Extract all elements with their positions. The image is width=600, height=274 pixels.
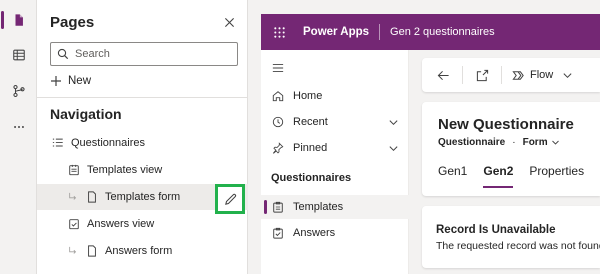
sitemap-label: Recent: [293, 116, 328, 128]
command-separator: [462, 66, 463, 84]
notice-body: The requested record was not found: [436, 240, 600, 252]
nav-item-label: Templates form: [105, 191, 181, 203]
pin-icon: [271, 141, 285, 155]
command-bar: Flow: [422, 58, 600, 92]
form-title: New Questionnaire: [438, 116, 574, 133]
view-icon: [67, 163, 81, 177]
form-selector[interactable]: Form: [523, 137, 560, 148]
search-icon: [57, 48, 69, 60]
chevron-down-icon: [551, 140, 559, 145]
sitemap-answers[interactable]: Answers: [261, 221, 409, 245]
nav-item-answers-view[interactable]: Answers view: [37, 211, 248, 237]
form-subtitle: Questionnaire · Form: [438, 137, 560, 148]
edit-page-button[interactable]: [215, 184, 245, 214]
clipboard-check-icon: [271, 226, 285, 240]
tab-properties[interactable]: Properties: [529, 164, 584, 186]
pencil-icon: [224, 193, 236, 205]
waffle-icon: [273, 26, 285, 38]
panel-divider: [37, 97, 248, 98]
pages-panel: Pages New Navigation Questionnaires Temp…: [37, 0, 248, 274]
chevron-down-icon[interactable]: [387, 116, 399, 128]
page-icon: [15, 14, 23, 26]
app-name: Gen 2 questionnaires: [390, 26, 495, 38]
pages-panel-title: Pages: [50, 14, 95, 31]
form-subtitle-separator: ·: [512, 137, 516, 148]
nav-item-label: Templates view: [87, 164, 163, 176]
sitemap-label: Templates: [293, 201, 344, 213]
brand-name: Power Apps: [303, 26, 370, 38]
close-pages-button[interactable]: [221, 14, 237, 30]
record-unavailable-notice: Record Is Unavailable The requested reco…: [422, 206, 600, 268]
form-entity-name: Questionnaire: [438, 137, 506, 148]
view-check-icon: [67, 217, 81, 231]
pages-search-input[interactable]: [75, 48, 225, 60]
nav-item-answers-form[interactable]: Answers form: [37, 238, 248, 264]
new-page-label: New: [68, 75, 92, 87]
flow-arrows-icon: [512, 70, 524, 80]
list-icon: [51, 136, 65, 150]
clock-icon: [271, 115, 285, 129]
data-rail-button[interactable]: [0, 42, 37, 68]
pages-rail-button[interactable]: [0, 7, 37, 33]
sitemap-label: Answers: [293, 227, 336, 239]
form-icon: [85, 244, 99, 258]
header-separator: [379, 24, 381, 40]
form-icon: [85, 190, 99, 204]
more-icon: [13, 126, 24, 128]
nav-item-label: Answers view: [87, 218, 155, 230]
command-separator: [501, 66, 502, 84]
sitemap-pinned[interactable]: Pinned: [261, 136, 409, 160]
notice-title: Record Is Unavailable: [436, 224, 556, 236]
app-header-bar: Power Apps Gen 2 questionnaires: [261, 14, 600, 50]
sitemap-group-heading: Questionnaires: [271, 172, 352, 184]
form-header-card: New Questionnaire Questionnaire · Form G…: [422, 102, 600, 196]
back-button[interactable]: [428, 60, 458, 90]
nav-item-templates-view[interactable]: Templates view: [37, 157, 248, 183]
app-launcher-button[interactable]: [261, 14, 297, 50]
nav-group-label: Questionnaires: [71, 137, 145, 149]
tab-gen1[interactable]: Gen1: [438, 164, 467, 186]
app-preview: Power Apps Gen 2 questionnaires Home Rec…: [248, 0, 600, 274]
chevron-down-icon: [563, 72, 572, 78]
home-icon: [271, 89, 285, 103]
flow-button[interactable]: Flow: [512, 69, 573, 82]
table-icon: [12, 49, 25, 61]
sitemap-collapse-button[interactable]: [261, 56, 409, 80]
sitemap-label: Home: [293, 90, 323, 102]
form-tabs: Gen1 Gen2 Properties: [438, 164, 584, 188]
subitem-branch-icon: [67, 245, 79, 257]
navigation-heading: Navigation: [50, 106, 122, 122]
pages-search-box[interactable]: [50, 42, 238, 66]
flow-label: Flow: [530, 69, 554, 81]
hamburger-icon: [271, 61, 285, 75]
nav-group-questionnaires[interactable]: Questionnaires: [37, 130, 248, 156]
chevron-down-icon[interactable]: [387, 142, 399, 154]
form-selector-label: Form: [522, 137, 548, 148]
sitemap-templates[interactable]: Templates: [261, 195, 409, 219]
sitemap-home[interactable]: Home: [261, 84, 409, 108]
sitemap-recent[interactable]: Recent: [261, 110, 409, 134]
subitem-branch-icon: [67, 191, 79, 203]
sitemap-label: Pinned: [293, 142, 328, 154]
open-new-window-button[interactable]: [467, 60, 497, 90]
new-page-button[interactable]: New: [50, 72, 91, 90]
app-rail: [0, 0, 37, 274]
nav-item-label: Answers form: [105, 245, 173, 257]
flow-icon: [12, 84, 25, 98]
arrow-left-icon: [437, 70, 449, 80]
flows-rail-button[interactable]: [0, 78, 37, 104]
clipboard-icon: [271, 200, 285, 214]
plus-icon: [51, 76, 61, 86]
tab-gen2[interactable]: Gen2: [483, 164, 514, 188]
app-sitemap: Home Recent Pinned Questionnaires Templa…: [261, 50, 409, 274]
open-in-new-window-icon: [476, 69, 488, 81]
close-icon: [224, 17, 234, 27]
more-rail-button[interactable]: [0, 114, 37, 140]
